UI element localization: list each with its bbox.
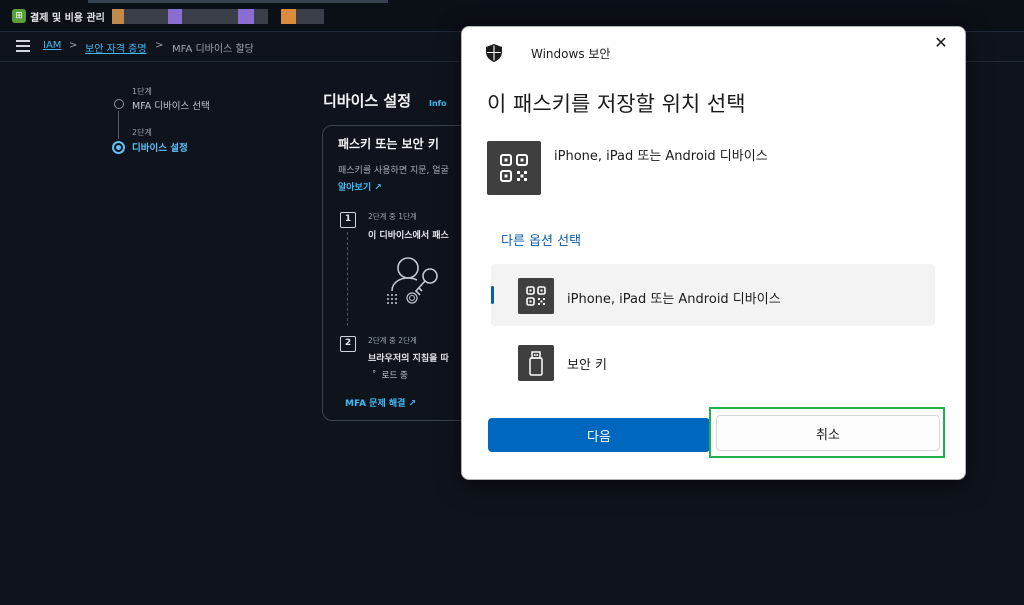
redacted-block [182,9,238,24]
breadcrumb-iam[interactable]: IAM [43,40,61,51]
mfa-troubleshoot-link[interactable]: MFA 문제 해결 ↗ [345,396,416,409]
card-title: 패스키 또는 보안 키 [338,137,439,151]
redacted-block [168,9,182,24]
next-button[interactable]: 다음 [488,418,710,452]
dialog-heading: 이 패스키를 저장할 위치 선택 [487,92,746,116]
other-options-link[interactable]: 다른 옵션 선택 [501,230,581,249]
qr-code-icon [487,141,541,195]
info-link[interactable]: Info [429,99,447,108]
external-link-icon: ↗ [408,399,417,409]
external-link-icon: ↗ [374,183,382,193]
shield-icon [486,44,502,62]
option-security-key-label: 보안 키 [567,358,608,373]
step-2-indicator [112,141,125,154]
tab-strip [88,0,388,3]
step-1-label: 1단계 [132,87,152,96]
cancel-button[interactable]: 취소 [716,415,940,451]
step-connector [118,111,119,139]
breadcrumb-security-credentials[interactable]: 보안 자격 증명 [85,40,147,55]
substep-connector [347,232,348,326]
section-title: 디바이스 설정 [323,92,412,110]
usb-key-icon [518,345,554,381]
step-1-name[interactable]: MFA 디바이스 선택 [132,98,210,112]
option-security-key[interactable] [491,332,935,394]
qr-code-icon [518,278,554,314]
close-icon[interactable]: ✕ [930,32,952,54]
step-2-name: 디바이스 설정 [132,143,188,154]
substep-1-title: 이 디바이스에서 패스 [368,231,449,241]
passkey-illustration-icon [387,257,438,304]
redacted-block [296,9,324,24]
learn-more-link[interactable]: 알아보기 ↗ [338,180,382,193]
substep-2-title: 브라우저의 지침을 따 [368,354,449,364]
redacted-block [238,9,254,24]
substep-1-meta: 2단계 중 1단계 [368,212,417,221]
step-1-indicator [114,99,124,109]
option-phone-device-label: iPhone, iPad 또는 Android 디바이스 [567,292,781,307]
substep-2-number: 2 [340,336,356,352]
redacted-block [124,9,168,24]
substep-1-number: 1 [340,212,356,228]
selection-indicator [491,286,494,304]
redacted-block [281,9,296,24]
app-name[interactable]: 결제 및 비용 관리 [30,9,105,24]
breadcrumb-assign-mfa: MFA 디바이스 할당 [172,44,254,55]
billing-logo-icon: ⊞ [12,9,26,23]
spinner-icon: ˚ [372,371,377,381]
primary-option-label: iPhone, iPad 또는 Android 디바이스 [554,149,768,164]
dialog-app-title: Windows 보안 [531,47,611,61]
hamburger-menu-icon[interactable] [16,40,30,52]
loading-status: ˚ 로드 중 [372,371,408,381]
substep-2-meta: 2단계 중 2단계 [368,336,417,345]
breadcrumb-separator: > [155,40,164,51]
card-description: 패스키를 사용하면 지문, 얼굴 [338,166,449,176]
redacted-block [254,9,268,24]
breadcrumb-separator: > [69,40,78,51]
step-2-label: 2단계 [132,128,152,137]
redacted-block [112,9,124,24]
